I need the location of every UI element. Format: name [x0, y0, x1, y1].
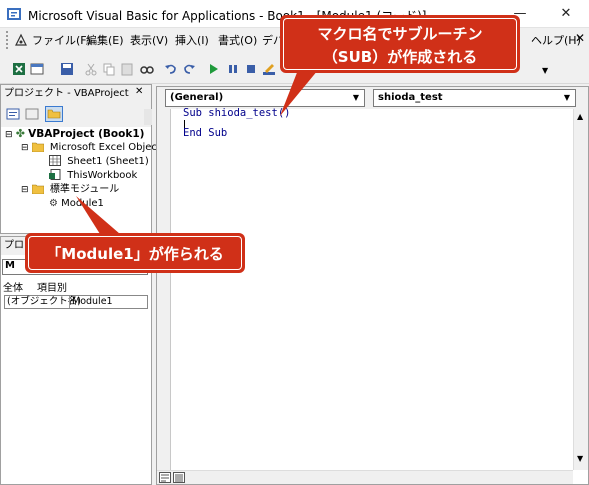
excel-view-icon[interactable] [12, 62, 26, 76]
callout-left-text: 「Module1」が作られる [46, 245, 224, 263]
tree-node-thisworkbook[interactable]: ThisWorkbook [49, 169, 137, 183]
code-line-end-sub[interactable]: End Sub [183, 127, 227, 139]
property-name-value[interactable]: Module1 [72, 296, 113, 308]
mdi-close-icon[interactable]: ✕ [575, 31, 585, 45]
toolbar-options-icon[interactable]: ▼ [542, 66, 548, 75]
menu-edit[interactable]: 編集(E) [86, 32, 124, 48]
tree-label-excel-objects: Microsoft Excel Object [49, 142, 161, 153]
paste-icon[interactable] [120, 62, 134, 76]
scroll-down-icon[interactable]: ▼ [577, 454, 583, 463]
tab-all[interactable]: 全体 [3, 279, 37, 294]
horizontal-scrollbar[interactable] [157, 470, 573, 484]
module-icon: ⚙ [49, 198, 58, 209]
margin-indicator-bar[interactable] [157, 109, 171, 470]
close-button[interactable]: ✕ [543, 0, 589, 28]
folder-icon [31, 142, 44, 152]
tree-node-standard-modules[interactable]: ⊟ 標準モジュール [21, 183, 119, 197]
object-combo[interactable]: (General) ▼ [165, 89, 365, 107]
tree-node-vbaproject[interactable]: ⊟ ✤ VBAProject (Book1) [5, 127, 144, 141]
tree-node-sheet1[interactable]: Sheet1 (Sheet1) [49, 155, 149, 169]
callout-pointer [76, 196, 120, 234]
workbook-icon [49, 169, 61, 180]
break-icon[interactable] [226, 62, 240, 76]
tree-label-vbaproject: VBAProject (Book1) [28, 128, 145, 140]
procedure-combo-value: shioda_test [378, 92, 443, 103]
excel-menu-icon[interactable] [14, 33, 28, 47]
properties-window: プロ M 全体 項目別 (オブジェクト名) Module1 [0, 236, 152, 485]
tree-label-sheet1: Sheet1 (Sheet1) [67, 156, 149, 167]
redo-icon[interactable] [182, 62, 196, 76]
collapse-icon[interactable]: ⊟ [21, 185, 29, 195]
toolbar-grip[interactable] [6, 31, 12, 49]
copy-icon[interactable] [102, 62, 116, 76]
vba-project-icon: ✤ [15, 127, 25, 140]
menu-insert[interactable]: 挿入(I) [175, 32, 209, 48]
undo-icon[interactable] [164, 62, 178, 76]
menu-format[interactable]: 書式(O) [218, 32, 257, 48]
find-icon[interactable] [140, 62, 154, 76]
callout-sub-created: マクロ名でサブルーチン （SUB）が作成される [280, 15, 520, 73]
scroll-up-icon[interactable]: ▲ [577, 112, 583, 121]
full-module-view-icon[interactable] [173, 472, 185, 483]
project-pane-scrollbar[interactable] [144, 109, 152, 125]
tree-label-thisworkbook: ThisWorkbook [67, 170, 138, 181]
procedure-view-icon[interactable] [159, 472, 171, 483]
tab-category[interactable]: 項目別 [37, 279, 77, 294]
save-icon[interactable] [60, 62, 74, 76]
insert-userform-icon[interactable] [30, 62, 44, 76]
worksheet-icon [49, 155, 61, 166]
property-row-name[interactable]: (オブジェクト名) Module1 [4, 295, 148, 309]
callout-pointer [280, 70, 318, 116]
toggle-folders-icon[interactable] [45, 106, 63, 122]
procedure-combo[interactable]: shioda_test ▼ [373, 89, 576, 107]
run-icon[interactable] [206, 62, 220, 76]
menu-view[interactable]: 表示(V) [130, 32, 168, 48]
vba-app-icon [7, 8, 21, 20]
project-pane-title: プロジェクト - VBAProject [1, 85, 151, 103]
tree-node-excel-objects[interactable]: ⊟ Microsoft Excel Object [21, 141, 161, 155]
callout-top-line1: マクロ名でサブルーチン [317, 25, 483, 43]
code-window: (General) ▼ shioda_test ▼ Sub shioda_tes… [156, 86, 589, 485]
project-pane-close-icon[interactable]: ✕ [135, 86, 143, 97]
vertical-scrollbar[interactable]: ▲ ▼ [573, 109, 588, 470]
menu-file[interactable]: ファイル(F) [32, 32, 91, 48]
cut-icon[interactable] [84, 62, 98, 76]
menu-help[interactable]: ヘルプ(H) [531, 32, 581, 48]
folder-icon [31, 184, 44, 194]
view-object-icon[interactable] [25, 107, 39, 121]
collapse-icon[interactable]: ⊟ [5, 130, 13, 140]
collapse-icon[interactable]: ⊟ [21, 143, 29, 153]
callout-top-line2: （SUB）が作成される [322, 48, 478, 66]
view-code-icon[interactable] [6, 107, 20, 121]
project-pane-toolbar [1, 103, 151, 127]
tree-label-standard-modules: 標準モジュール [49, 184, 120, 195]
object-combo-value: (General) [170, 92, 224, 103]
dropdown-arrow-icon[interactable]: ▼ [350, 92, 362, 104]
callout-module1-created: 「Module1」が作られる [25, 233, 245, 273]
reset-icon[interactable] [244, 62, 258, 76]
dropdown-arrow-icon[interactable]: ▼ [561, 92, 573, 104]
